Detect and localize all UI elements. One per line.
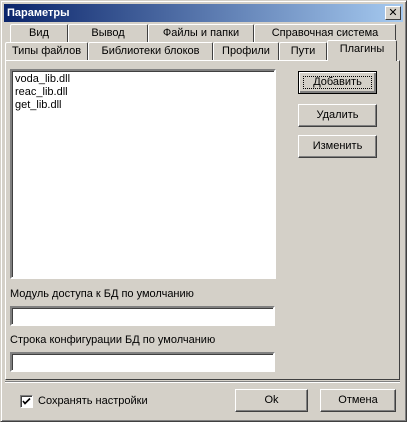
db-config-field[interactable] (10, 352, 275, 372)
save-settings-checkbox[interactable] (20, 395, 33, 408)
ok-button[interactable]: Ok (235, 389, 308, 412)
cancel-button-label: Отмена (338, 394, 378, 406)
add-button-label: Добавить (313, 76, 362, 88)
tab-paths[interactable]: Пути (279, 42, 327, 60)
checkmark-icon (22, 397, 31, 405)
tab-file-types[interactable]: Типы файлов (5, 42, 88, 60)
save-settings-label[interactable]: Сохранять настройки (38, 395, 148, 408)
footer-divider (5, 381, 400, 383)
list-item[interactable]: get_lib.dll (15, 99, 274, 112)
tab-block-libraries[interactable]: Библиотеки блоков (88, 42, 213, 60)
close-button[interactable]: ✕ (385, 6, 401, 20)
window-title: Параметры (7, 7, 70, 19)
tab-profiles[interactable]: Профили (213, 42, 279, 60)
db-module-label: Модуль доступа к БД по умолчанию (10, 288, 194, 300)
tab-plugins[interactable]: Плагины (327, 40, 397, 61)
plugin-list[interactable]: voda_lib.dll reac_lib.dll get_lib.dll (10, 69, 276, 279)
title-bar: Параметры ✕ (4, 4, 403, 22)
tab-output[interactable]: Вывод (68, 24, 148, 42)
ok-button-label: Ok (264, 394, 279, 406)
tab-files-folders[interactable]: Файлы и папки (148, 24, 254, 42)
cancel-button[interactable]: Отмена (320, 389, 396, 412)
list-item[interactable]: voda_lib.dll (15, 73, 274, 86)
close-icon: ✕ (388, 6, 398, 19)
list-item[interactable]: reac_lib.dll (15, 86, 274, 99)
db-config-label: Строка конфигурации БД по умолчанию (10, 334, 216, 346)
edit-button-label: Изменить (312, 140, 363, 152)
remove-button-label: Удалить (316, 109, 359, 121)
edit-button[interactable]: Изменить (298, 135, 377, 158)
add-button[interactable]: Добавить (298, 71, 377, 94)
db-module-field[interactable] (10, 306, 275, 326)
tab-view[interactable]: Вид (10, 24, 68, 42)
remove-button[interactable]: Удалить (298, 104, 377, 127)
